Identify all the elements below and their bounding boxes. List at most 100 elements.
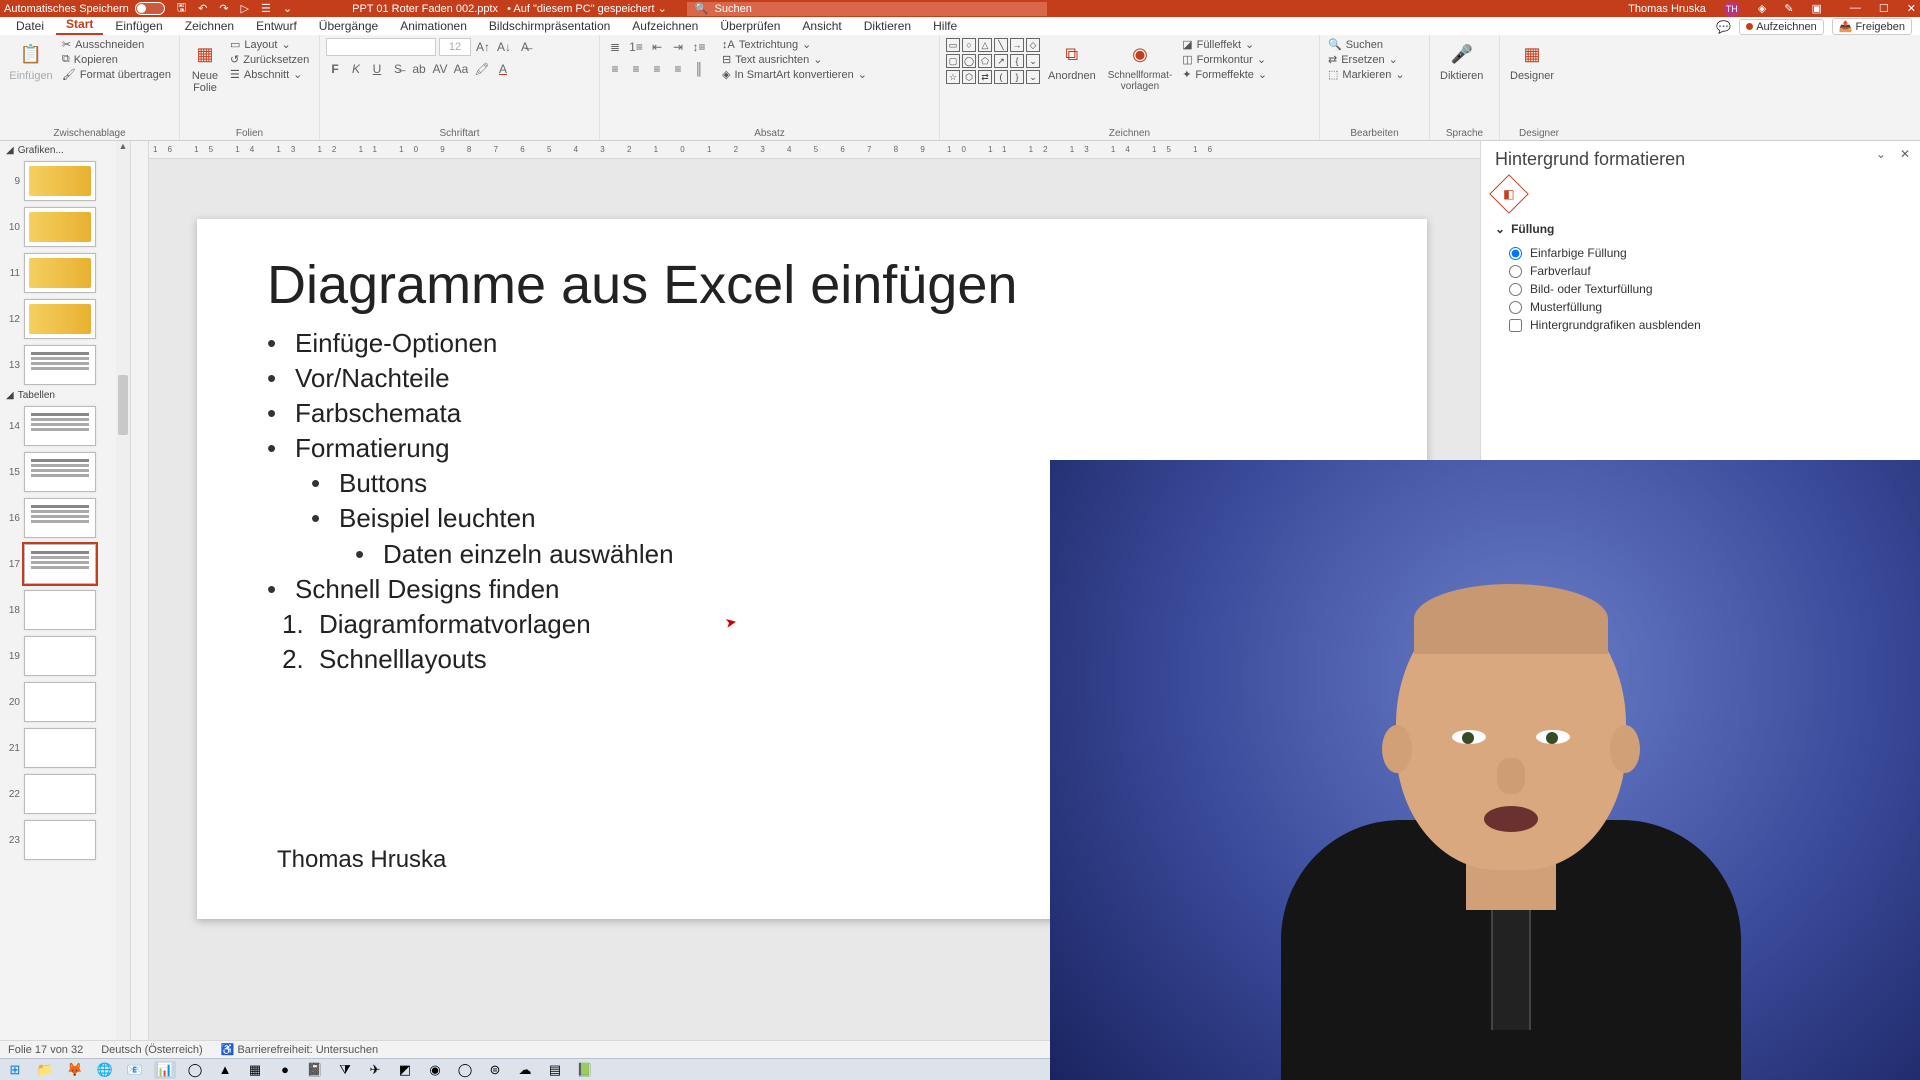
task-outlook[interactable]: 📧 xyxy=(124,1061,146,1079)
thumb-20[interactable] xyxy=(24,682,96,722)
grow-font-icon[interactable]: A↑ xyxy=(474,38,492,56)
columns-button[interactable]: ║ xyxy=(690,60,708,78)
check-hide-bg[interactable]: Hintergrundgrafiken ausblenden xyxy=(1495,316,1906,334)
task-excel[interactable]: 📗 xyxy=(574,1061,596,1079)
thumb-10[interactable] xyxy=(24,207,96,247)
window-options-icon[interactable]: ▣ xyxy=(1812,2,1822,15)
task-app7[interactable]: ☁ xyxy=(514,1061,536,1079)
strike-button[interactable]: S̶ xyxy=(389,60,407,78)
section-fill[interactable]: ⌄ Füllung xyxy=(1495,222,1906,236)
text-direction-button[interactable]: ↕A Textrichtung ⌄ xyxy=(720,38,869,51)
radio-pattern-fill[interactable]: Musterfüllung xyxy=(1495,298,1906,316)
customize-icon[interactable]: ⌄ xyxy=(283,2,292,15)
scroll-handle[interactable] xyxy=(118,375,128,435)
task-app5[interactable]: ◯ xyxy=(454,1061,476,1079)
task-app6[interactable]: ⊜ xyxy=(484,1061,506,1079)
thumb-19[interactable] xyxy=(24,636,96,676)
thumb-9[interactable] xyxy=(24,161,96,201)
font-size-input[interactable] xyxy=(439,38,471,56)
dictate-button[interactable]: 🎤Diktieren xyxy=(1436,38,1487,84)
shape-effects-button[interactable]: ✦ Formeffekte ⌄ xyxy=(1180,68,1269,81)
bullet-2[interactable]: Vor/Nachteile xyxy=(267,361,1357,396)
account-name[interactable]: Thomas Hruska xyxy=(1628,3,1706,15)
fill-category-icon[interactable]: ◧ xyxy=(1489,174,1529,214)
thumb-11[interactable] xyxy=(24,253,96,293)
task-firefox[interactable]: 🦊 xyxy=(64,1061,86,1079)
replace-button[interactable]: ⇄ Ersetzen ⌄ xyxy=(1326,53,1407,66)
radio-solid-fill[interactable]: Einfarbige Füllung xyxy=(1495,244,1906,262)
tab-aufzeichnen[interactable]: Aufzeichnen xyxy=(622,17,708,35)
new-slide-button[interactable]: ▦Neue Folie xyxy=(186,38,224,96)
cut-button[interactable]: ✂ Ausschneiden xyxy=(60,38,173,51)
search-box[interactable]: 🔍 Suchen xyxy=(687,2,1047,16)
task-telegram[interactable]: ✈ xyxy=(364,1061,386,1079)
tab-animationen[interactable]: Animationen xyxy=(390,17,477,35)
case-button[interactable]: Aa xyxy=(452,60,470,78)
task-vscode[interactable]: ⧩ xyxy=(334,1061,356,1079)
tab-uebergaenge[interactable]: Übergänge xyxy=(309,17,388,35)
align-left-button[interactable]: ≡ xyxy=(606,60,624,78)
task-app2[interactable]: ▦ xyxy=(244,1061,266,1079)
line-spacing-button[interactable]: ↕≡ xyxy=(690,38,708,56)
task-explorer[interactable]: 📁 xyxy=(34,1061,56,1079)
radio-picture-fill[interactable]: Bild- oder Texturfüllung xyxy=(1495,280,1906,298)
task-app3[interactable]: ● xyxy=(274,1061,296,1079)
status-slide-number[interactable]: Folie 17 von 32 xyxy=(8,1044,83,1056)
task-app1[interactable]: ◯ xyxy=(184,1061,206,1079)
bullets-button[interactable]: ≣ xyxy=(606,38,624,56)
save-location[interactable]: • Auf "diesem PC" gespeichert ⌄ xyxy=(507,3,667,15)
task-powerpoint[interactable]: 📊 xyxy=(154,1061,176,1079)
pane-options-icon[interactable]: ⌄ xyxy=(1876,147,1886,161)
find-button[interactable]: 🔍 Suchen xyxy=(1326,38,1407,51)
smartart-button[interactable]: ◈ In SmartArt konvertieren ⌄ xyxy=(720,68,869,81)
section-header-tabellen[interactable]: ◢ Tabellen xyxy=(0,388,130,403)
designer-button[interactable]: ▦Designer xyxy=(1506,38,1558,84)
coming-soon-icon[interactable]: ◈ xyxy=(1758,2,1766,15)
thumb-14[interactable] xyxy=(24,406,96,446)
bullet-3[interactable]: Farbschemata xyxy=(267,396,1357,431)
thumb-18[interactable] xyxy=(24,590,96,630)
tab-einfuegen[interactable]: Einfügen xyxy=(105,17,172,35)
task-vlc[interactable]: ▲ xyxy=(214,1061,236,1079)
share-button[interactable]: 📤Freigeben xyxy=(1832,18,1912,35)
shadow-button[interactable]: ab xyxy=(410,60,428,78)
radio-gradient-fill[interactable]: Farbverlauf xyxy=(1495,262,1906,280)
font-color-button[interactable]: A xyxy=(494,60,512,78)
thumb-15[interactable] xyxy=(24,452,96,492)
tab-diktieren[interactable]: Diktieren xyxy=(854,17,921,35)
align-center-button[interactable]: ≡ xyxy=(627,60,645,78)
format-painter-button[interactable]: 🖌 Format übertragen xyxy=(60,68,173,81)
thumb-16[interactable] xyxy=(24,498,96,538)
section-header-grafiken[interactable]: ◢ Grafiken... xyxy=(0,143,130,158)
save-icon[interactable]: 🖫 xyxy=(177,0,186,18)
task-obs[interactable]: ◉ xyxy=(424,1061,446,1079)
tab-datei[interactable]: Datei xyxy=(6,17,54,35)
from-start-icon[interactable]: ▷ xyxy=(241,2,249,15)
thumbs-scrollbar[interactable]: ▲ ▼ xyxy=(116,141,130,1052)
status-language[interactable]: Deutsch (Österreich) xyxy=(101,1044,202,1056)
task-app4[interactable]: ◩ xyxy=(394,1061,416,1079)
tab-start[interactable]: Start xyxy=(56,15,103,35)
tab-ueberpruefen[interactable]: Überprüfen xyxy=(710,17,790,35)
underline-button[interactable]: U xyxy=(368,60,386,78)
draw-icon[interactable]: ✎ xyxy=(1784,2,1793,15)
shapes-gallery[interactable]: ▭○△╲→◇ ▢◯⬠↗{⌄ ☆⬡⇄(}⌄ xyxy=(946,38,1040,84)
arrange-button[interactable]: ⧉Anordnen xyxy=(1044,38,1100,84)
section-button[interactable]: ☰ Abschnitt ⌄ xyxy=(228,68,311,81)
autosave-toggle[interactable]: Automatisches Speichern xyxy=(4,2,165,15)
undo-icon[interactable]: ↶ xyxy=(198,2,207,15)
thumb-13[interactable] xyxy=(24,345,96,385)
copy-button[interactable]: ⧉ Kopieren xyxy=(60,53,173,66)
italic-button[interactable]: K xyxy=(347,60,365,78)
shrink-font-icon[interactable]: A↓ xyxy=(495,38,513,56)
indent-dec-button[interactable]: ⇤ xyxy=(648,38,666,56)
thumb-22[interactable] xyxy=(24,774,96,814)
quick-styles-button[interactable]: ◉Schnellformat- vorlagen xyxy=(1104,38,1176,94)
author-footer[interactable]: Thomas Hruska xyxy=(277,846,446,874)
align-text-button[interactable]: ⊟ Text ausrichten ⌄ xyxy=(720,53,869,66)
tab-entwurf[interactable]: Entwurf xyxy=(246,17,307,35)
record-button[interactable]: Aufzeichnen xyxy=(1739,19,1824,35)
redo-icon[interactable]: ↷ xyxy=(219,2,228,15)
reset-button[interactable]: ↺ Zurücksetzen xyxy=(228,53,311,66)
touch-icon[interactable]: ☰ xyxy=(261,2,271,15)
